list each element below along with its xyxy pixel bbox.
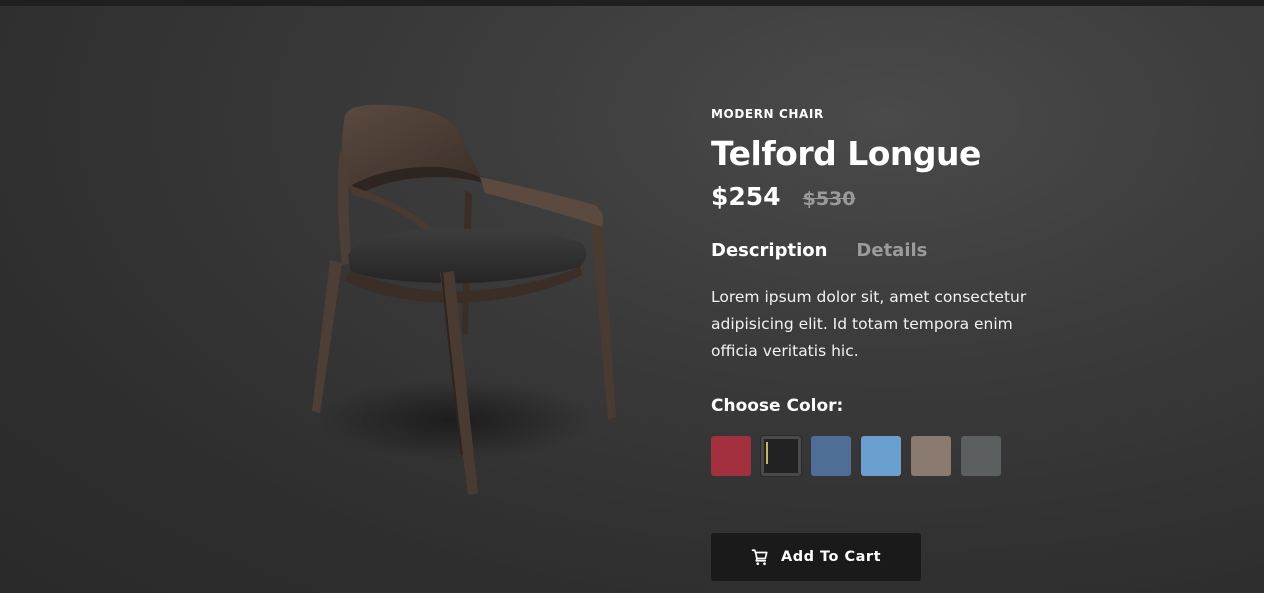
- color-swatch-light-blue[interactable]: [861, 436, 901, 476]
- tab-details[interactable]: Details: [856, 240, 927, 264]
- chair-image: [290, 95, 640, 505]
- add-to-cart-button[interactable]: Add To Cart: [711, 533, 921, 581]
- price-row: $254 $530: [711, 182, 1091, 216]
- tab-description[interactable]: Description: [711, 240, 827, 264]
- color-swatch-red[interactable]: [711, 436, 751, 476]
- add-to-cart-label: Add To Cart: [780, 549, 881, 565]
- selected-marker: [766, 442, 768, 464]
- color-swatch-gray[interactable]: [961, 436, 1001, 476]
- color-swatch-black[interactable]: [761, 436, 801, 476]
- top-bar: [0, 0, 1264, 6]
- product-category: MODERN CHAIR: [711, 107, 824, 121]
- color-swatch-denim-blue[interactable]: [811, 436, 851, 476]
- original-price: $530: [802, 188, 856, 210]
- choose-color-label: Choose Color:: [711, 396, 844, 416]
- cart-icon: [751, 548, 769, 566]
- color-swatches: [711, 436, 1091, 476]
- product-description: Lorem ipsum dolor sit, amet consectetur …: [711, 288, 1027, 360]
- product-title: Telford Longue: [711, 134, 981, 173]
- info-tabs: Description Details: [711, 240, 1091, 264]
- current-price: $254: [711, 182, 781, 211]
- product-info: MODERN CHAIR Telford Longue $254 $530 De…: [711, 106, 1091, 476]
- color-swatch-taupe[interactable]: [911, 436, 951, 476]
